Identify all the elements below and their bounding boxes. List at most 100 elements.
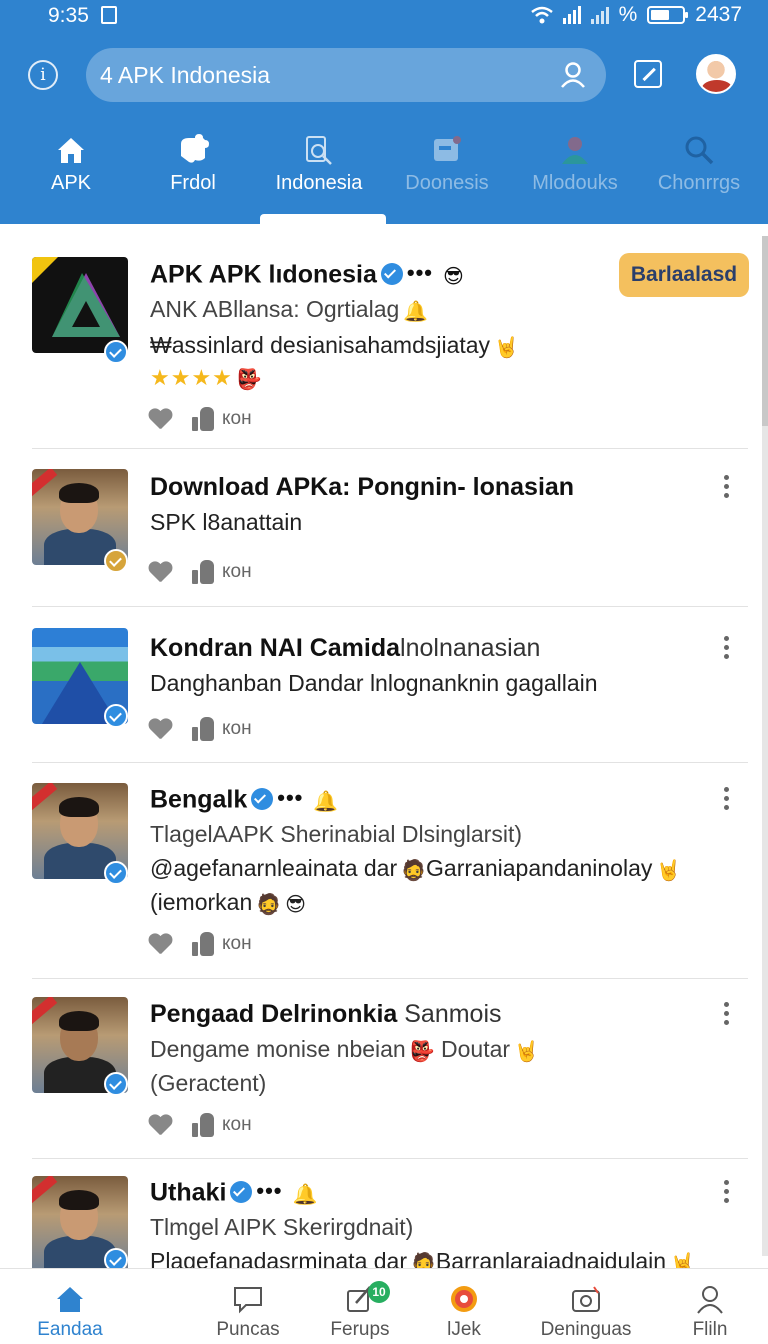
tab-label: Mlodouks: [532, 172, 618, 194]
info-icon[interactable]: i: [28, 60, 58, 90]
profile-icon: [697, 1286, 723, 1314]
bell-emoji-icon: 🔔: [292, 1182, 318, 1206]
scrollbar-thumb[interactable]: [762, 236, 768, 426]
camera-icon: [572, 1286, 600, 1312]
nav-deninguas[interactable]: Deninguas: [522, 1269, 650, 1344]
more-vertical-icon[interactable]: [722, 787, 730, 815]
heart-icon[interactable]: [150, 934, 172, 954]
post-title[interactable]: APK APK lıdonesia ••• 😎: [150, 260, 464, 292]
post-subtitle: Tlmgel AIPK Skerirgdnait): [150, 1214, 414, 1240]
app-thumbnail[interactable]: [32, 257, 128, 353]
tab-apk[interactable]: APK: [8, 124, 134, 224]
nav-ljek[interactable]: lJek: [400, 1269, 528, 1344]
thumbs-up-icon[interactable]: [192, 932, 214, 956]
thumbs-up-icon[interactable]: [192, 1113, 214, 1137]
like-label[interactable]: кон: [222, 408, 252, 430]
post-title[interactable]: Uthaki ••• 🔔: [150, 1178, 317, 1210]
nav-label: lJek: [447, 1319, 481, 1340]
person-emoji-icon: 🧔: [256, 891, 282, 916]
post-title[interactable]: Pengaad Delrinonkia Sanmois: [150, 1000, 502, 1029]
percent-icon: %: [618, 3, 638, 26]
tab-mlodouks[interactable]: Mlodouks: [512, 124, 638, 224]
heart-icon[interactable]: [150, 1115, 172, 1135]
media-icon: [434, 136, 461, 161]
status-bar: 9:35 % 2437: [0, 0, 768, 34]
post-title[interactable]: Kondran NAI Camidalnolnanasian: [150, 634, 540, 663]
like-label[interactable]: кон: [222, 933, 252, 955]
battery-icon: [647, 6, 689, 24]
rating-stars: ★★★★: [150, 365, 233, 390]
tab-chonrrgs[interactable]: Chonrrgs: [636, 124, 762, 224]
verified-icon: [104, 340, 128, 364]
download-button[interactable]: Barlaalasd: [619, 253, 749, 297]
post-subtitle: TlagelAAPK Sherinabial Dlsinglarsit): [150, 821, 522, 847]
verified-icon: [104, 1072, 128, 1096]
list-item[interactable]: Uthaki ••• 🔔 Tlmgel AIPK Skerirgdnait) Pla…: [0, 1158, 768, 1268]
nav-label: Deninguas: [540, 1319, 632, 1340]
post-description: (Geractent): [150, 1070, 267, 1096]
avatar[interactable]: [696, 54, 736, 94]
status-time: 9:35: [48, 4, 89, 27]
more-vertical-icon[interactable]: [722, 1180, 730, 1208]
thumbs-up-icon[interactable]: [192, 717, 214, 741]
hand-emoji-icon: 🤘: [656, 857, 682, 882]
profile-search-icon[interactable]: [558, 60, 588, 90]
verified-icon: [251, 788, 274, 810]
active-tab-indicator: [260, 214, 386, 224]
tab-indonesia[interactable]: Indonesia: [256, 124, 382, 224]
heart-icon[interactable]: [150, 562, 172, 582]
nav-label: Puncas: [216, 1319, 280, 1340]
like-label[interactable]: кон: [222, 718, 252, 740]
tab-doonesis[interactable]: Doonesis: [384, 124, 510, 224]
bell-emoji-icon: 🔔: [313, 789, 339, 813]
post-subtitle: Dengame monise nbeian 👺 Doutar 🤘: [150, 1036, 539, 1063]
more-vertical-icon[interactable]: [722, 1002, 730, 1030]
like-label[interactable]: кон: [222, 1114, 252, 1136]
nav-home[interactable]: Eandaa: [6, 1269, 134, 1344]
post-title[interactable]: Download APKa: Pongnin- lonasian: [150, 473, 574, 502]
verified-icon: [104, 704, 128, 728]
hand-emoji-icon: 🤘: [670, 1250, 695, 1268]
verified-icon: [380, 263, 403, 285]
target-icon: [451, 1286, 477, 1312]
home-icon: [57, 1287, 83, 1312]
chat-icon: [234, 1287, 262, 1314]
tab-frdol[interactable]: Frdol: [130, 124, 256, 224]
tab-label: Chonrrgs: [657, 172, 741, 194]
person-icon: [562, 137, 588, 164]
more-vertical-icon[interactable]: [722, 475, 730, 503]
mask-emoji-icon: 👺: [236, 366, 262, 391]
post-title[interactable]: Bengalk ••• 🔔: [150, 785, 338, 817]
thumbs-up-icon[interactable]: [192, 560, 214, 584]
heart-icon[interactable]: [150, 719, 172, 739]
list-item[interactable]: Kondran NAI Camidalnolnanasian Danghanba…: [0, 606, 768, 763]
post-actions: кон: [150, 1112, 252, 1138]
search-input[interactable]: 4 APK Indonesia: [100, 62, 270, 89]
post-description: Plagefanadasrminata dar 🧔Barranlaraiadnai…: [150, 1248, 695, 1268]
like-label[interactable]: кон: [222, 561, 252, 583]
more-vertical-icon[interactable]: [722, 636, 730, 664]
search-bar[interactable]: 4 APK Indonesia: [86, 48, 606, 102]
thumbs-up-icon[interactable]: [192, 407, 214, 431]
list-item[interactable]: Bengalk ••• 🔔 TlagelAAPK Sherinabial Dlsin…: [0, 763, 768, 979]
notification-badge: 10: [368, 1281, 390, 1303]
post-description: ₩assinlard desianisahamdsjiatay 🤘: [150, 332, 519, 359]
person-emoji-icon: 🧔: [411, 1250, 436, 1268]
nav-fliln[interactable]: Fliln: [646, 1269, 768, 1344]
home-icon: [58, 138, 84, 163]
nav-puncas[interactable]: Puncas: [184, 1269, 312, 1344]
post-actions: кон: [150, 931, 252, 957]
more-dots-icon: •••: [277, 785, 304, 810]
list-item[interactable]: Pengaad Delrinonkia Sanmois Dengame moni…: [0, 978, 768, 1159]
list-item[interactable]: APK APK lıdonesia ••• 😎 Barlaalasd ANK ABl…: [0, 224, 768, 449]
signal-icon: [562, 6, 581, 24]
post-subtitle: ANK ABllansa: Ogrtialag 🔔: [150, 296, 429, 323]
list-item[interactable]: Download APKa: Pongnin- lonasian SPK l8a…: [0, 449, 768, 607]
more-dots-icon: •••: [256, 1178, 283, 1203]
post-description-2: (iemorkan 🧔 😎: [150, 889, 307, 916]
post-description: @agefanarnleainata dar 🧔Garraniapandanino…: [150, 855, 682, 882]
compose-icon[interactable]: [634, 60, 662, 88]
tab-bar: APK Frdol Indonesia Doonesis Mlodouks Ch…: [0, 124, 768, 224]
heart-icon[interactable]: [150, 409, 172, 429]
feed-list[interactable]: APK APK lıdonesia ••• 😎 Barlaalasd ANK ABl…: [0, 224, 768, 1268]
